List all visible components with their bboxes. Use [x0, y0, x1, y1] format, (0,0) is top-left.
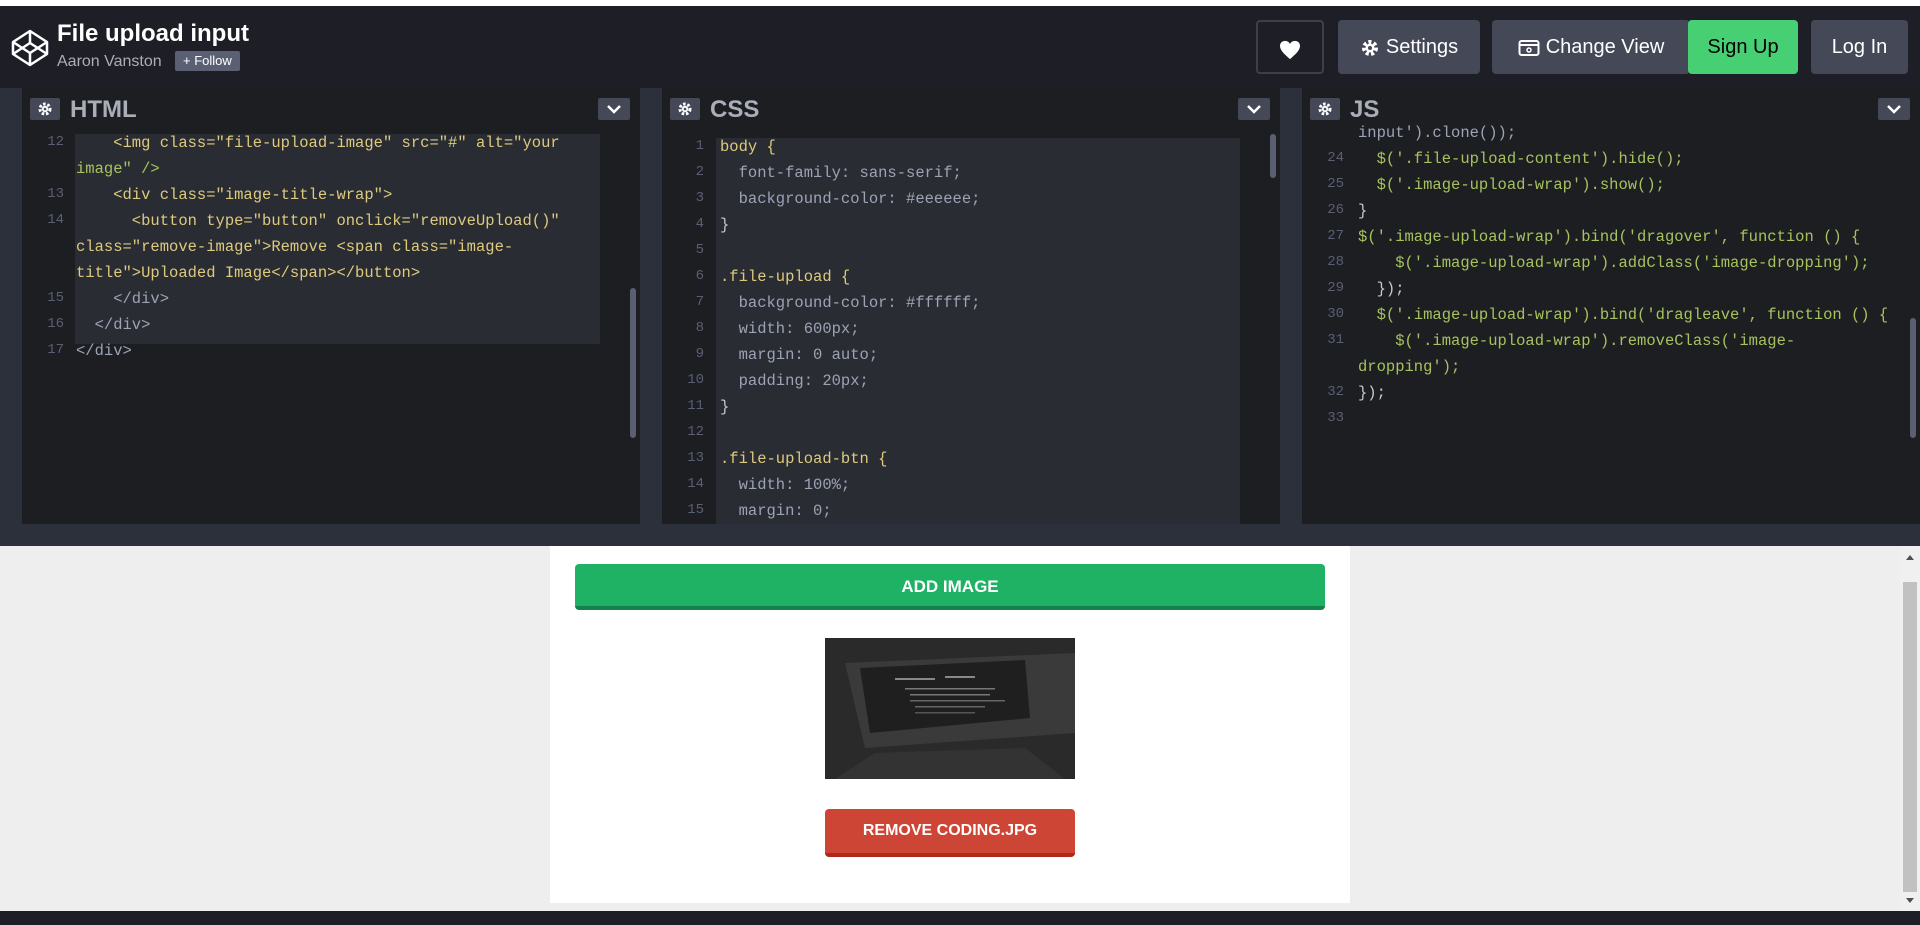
log-in-button[interactable]: Log In: [1811, 20, 1908, 74]
css-pane-header: CSS: [662, 88, 1280, 128]
settings-button[interactable]: Settings: [1338, 20, 1480, 74]
settings-label: Settings: [1385, 36, 1459, 58]
js-pane-header: JS: [1302, 88, 1920, 128]
js-pane-gutter[interactable]: [1280, 88, 1302, 524]
pen-title: File upload input: [57, 20, 249, 47]
sign-up-button[interactable]: Sign Up: [1688, 20, 1798, 74]
remove-image-button[interactable]: REMOVE CODING.JPG: [825, 809, 1075, 857]
chevron-down-icon: [607, 105, 621, 114]
html-pane-header: HTML: [22, 88, 640, 128]
css-code-area[interactable]: 1 body { 2 font-family: sans-serif; 3 bac…: [662, 138, 1280, 524]
author-name[interactable]: Aaron Vanston: [57, 53, 162, 71]
window-icon: [1518, 39, 1540, 56]
html-settings-button[interactable]: [30, 98, 60, 120]
laptop-code-photo-icon: [825, 638, 1075, 779]
html-pane-title: HTML: [70, 96, 137, 123]
css-collapse-button[interactable]: [1238, 98, 1270, 120]
change-view-label: Change View: [1545, 36, 1665, 58]
js-collapse-button[interactable]: [1878, 98, 1910, 120]
heart-icon: [1280, 40, 1300, 59]
js-scrollbar[interactable]: [1910, 318, 1916, 438]
heart-button[interactable]: [1256, 20, 1324, 74]
bottom-bar: [0, 911, 1920, 925]
css-editor-pane[interactable]: CSS 1 body { 2 font-family: sans-serif; 3…: [662, 88, 1280, 524]
gear-icon: [1318, 102, 1332, 116]
resize-divider[interactable]: [0, 524, 1920, 546]
chevron-down-icon: [1247, 105, 1261, 114]
follow-button[interactable]: + Follow: [175, 51, 240, 71]
gear-icon: [1361, 39, 1378, 56]
html-scrollbar[interactable]: [630, 288, 636, 438]
gear-icon: [38, 102, 52, 116]
scroll-up-arrow-icon[interactable]: [1900, 550, 1920, 566]
html-collapse-button[interactable]: [598, 98, 630, 120]
css-scrollbar[interactable]: [1270, 134, 1276, 178]
add-image-button[interactable]: ADD IMAGE: [575, 564, 1325, 610]
css-settings-button[interactable]: [670, 98, 700, 120]
scroll-down-arrow-icon[interactable]: [1900, 893, 1920, 909]
js-code-area[interactable]: input').clone()); 24 $('.file-upload-con…: [1302, 124, 1920, 524]
js-editor-pane[interactable]: JS input').clone()); 24 $('.file-upload-…: [1302, 88, 1920, 524]
scroll-thumb[interactable]: [1903, 582, 1917, 892]
file-upload-card: ADD IMAGE REMOVE CODING.JPG: [550, 546, 1350, 903]
html-pane-gutter: [0, 88, 22, 524]
js-settings-button[interactable]: [1310, 98, 1340, 120]
js-pane-title: JS: [1350, 96, 1380, 123]
change-view-button[interactable]: Change View: [1492, 20, 1690, 74]
result-preview: ADD IMAGE REMOVE CODING.JPG: [0, 546, 1900, 911]
css-pane-gutter[interactable]: [640, 88, 662, 524]
preview-scrollbar[interactable]: [1900, 546, 1920, 911]
html-code-area[interactable]: 12 <img class="file-upload-image" src="#…: [22, 134, 640, 524]
uploaded-image: [825, 638, 1075, 779]
codepen-logo-icon[interactable]: [10, 28, 50, 68]
gear-icon: [678, 102, 692, 116]
css-pane-title: CSS: [710, 96, 760, 123]
header: File upload input Aaron Vanston + Follow…: [0, 6, 1920, 88]
html-editor-pane[interactable]: HTML 12 <img class="file-upload-image" s…: [22, 88, 640, 524]
chevron-down-icon: [1887, 105, 1901, 114]
